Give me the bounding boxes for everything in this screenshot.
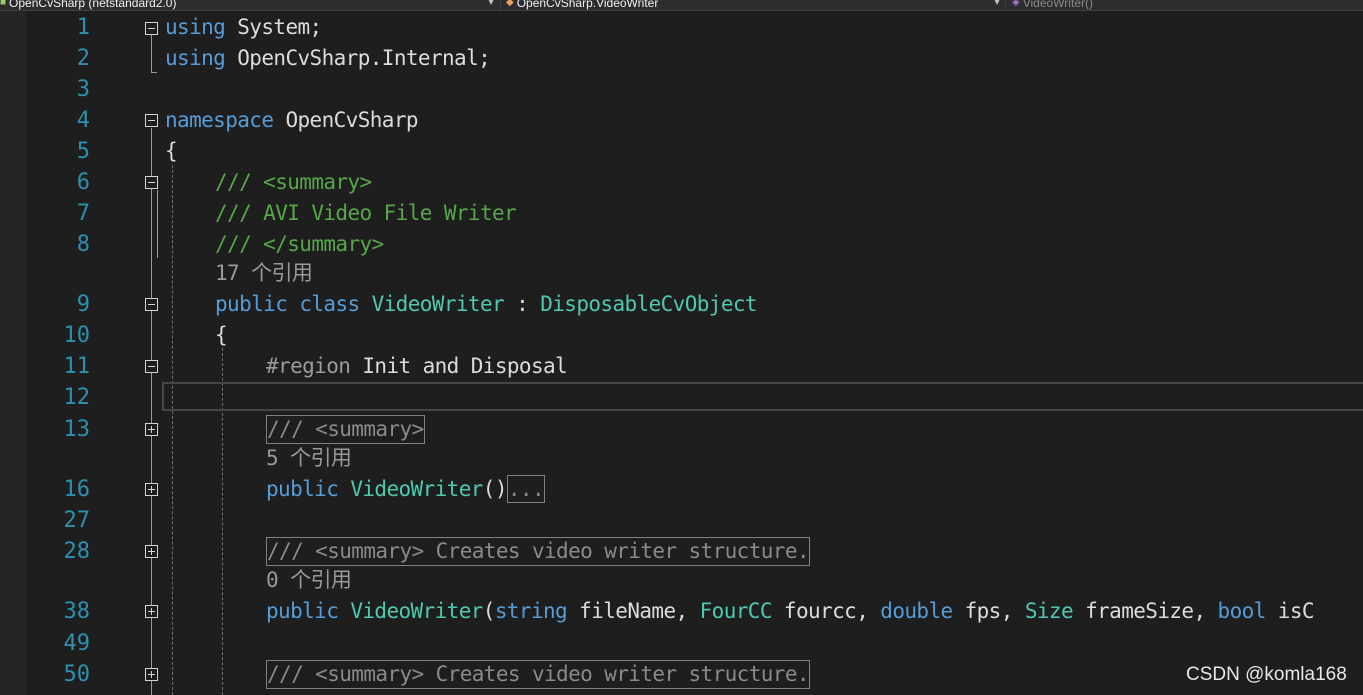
navigation-bar: ■ OpenCvSharp (netstandard2.0) ▼ ◆ OpenC… (0, 0, 1363, 11)
line-number: 2 (76, 46, 90, 71)
line-number: 6 (76, 170, 90, 195)
code-line[interactable]: 4 namespace OpenCvSharp (0, 105, 1363, 136)
code-line[interactable]: 16 public VideoWriter()... (0, 474, 1363, 505)
collapse-icon[interactable] (145, 360, 158, 373)
line-number: 11 (63, 354, 91, 379)
line-number: 8 (76, 232, 90, 257)
line-number: 1 (76, 15, 90, 40)
collapse-icon[interactable] (145, 176, 158, 189)
code-line-current[interactable]: 12 (0, 382, 1363, 413)
expand-icon[interactable] (145, 423, 158, 436)
watermark: CSDN @komla168 (1186, 664, 1347, 685)
code-line[interactable]: 3 (0, 74, 1363, 105)
code-line[interactable]: 50 /// <summary> Creates video writer st… (0, 659, 1363, 690)
collapse-icon[interactable] (145, 298, 158, 311)
line-number: 49 (63, 631, 91, 656)
line-number: 12 (63, 385, 91, 410)
collapsed-region[interactable]: /// <summary> Creates video writer struc… (266, 537, 810, 566)
expand-icon[interactable] (145, 668, 158, 681)
collapse-icon[interactable] (145, 22, 158, 35)
code-line[interactable]: 8 /// </summary> (0, 229, 1363, 260)
code-line[interactable]: 2 using OpenCvSharp.Internal; (0, 43, 1363, 74)
type-dropdown[interactable]: ◆ OpenCvSharp.VideoWriter (506, 0, 658, 10)
code-line[interactable]: 7 /// AVI Video File Writer (0, 198, 1363, 229)
chevron-down-icon[interactable]: ▼ (994, 0, 1000, 6)
code-line[interactable]: 38 public VideoWriter(string fileName, F… (0, 596, 1363, 627)
code-line[interactable]: 11 #region Init and Disposal (0, 351, 1363, 382)
line-number: 16 (63, 477, 91, 502)
line-number: 3 (76, 77, 90, 102)
project-dropdown[interactable]: ■ OpenCvSharp (netstandard2.0) (0, 0, 176, 10)
line-number: 38 (63, 599, 91, 624)
code-line[interactable]: 27 (0, 505, 1363, 536)
collapsed-region[interactable]: /// <summary> Creates video writer struc… (266, 660, 810, 689)
csharp-project-icon: ■ (0, 0, 7, 8)
code-line[interactable]: 10 { (0, 320, 1363, 351)
expand-icon[interactable] (145, 545, 158, 558)
line-number: 9 (76, 292, 90, 317)
collapse-icon[interactable] (145, 114, 158, 127)
collapsed-region[interactable]: /// <summary> (266, 415, 425, 444)
code-line[interactable]: 9 public class VideoWriter : DisposableC… (0, 289, 1363, 320)
line-number: 28 (63, 539, 91, 564)
method-icon: ◈ (1012, 0, 1020, 8)
codelens-references[interactable]: 17 个引用 (0, 258, 1363, 289)
code-line[interactable]: 5 { (0, 136, 1363, 167)
code-line[interactable]: 28 /// <summary> Creates video writer st… (0, 536, 1363, 567)
code-line[interactable]: 49 (0, 628, 1363, 659)
member-dropdown[interactable]: ◈ VideoWriter() (1012, 0, 1093, 10)
expand-icon[interactable] (145, 483, 158, 496)
line-number: 5 (76, 139, 90, 164)
codelens-references[interactable]: 0 个引用 (0, 565, 1363, 596)
line-number: 10 (63, 323, 91, 348)
line-number: 50 (63, 662, 91, 687)
line-number: 27 (63, 508, 91, 533)
line-number: 7 (76, 201, 90, 226)
chevron-down-icon[interactable]: ▼ (488, 0, 494, 6)
line-number: 4 (76, 108, 90, 133)
collapsed-region[interactable]: ... (506, 475, 546, 503)
expand-icon[interactable] (145, 605, 158, 618)
code-line[interactable]: 13 /// <summary> (0, 414, 1363, 445)
code-line[interactable]: 6 /// <summary> (0, 167, 1363, 198)
class-icon: ◆ (506, 0, 514, 8)
codelens-references[interactable]: 5 个引用 (0, 443, 1363, 474)
code-line[interactable]: 1 using System; (0, 12, 1363, 43)
line-number: 13 (63, 417, 91, 442)
